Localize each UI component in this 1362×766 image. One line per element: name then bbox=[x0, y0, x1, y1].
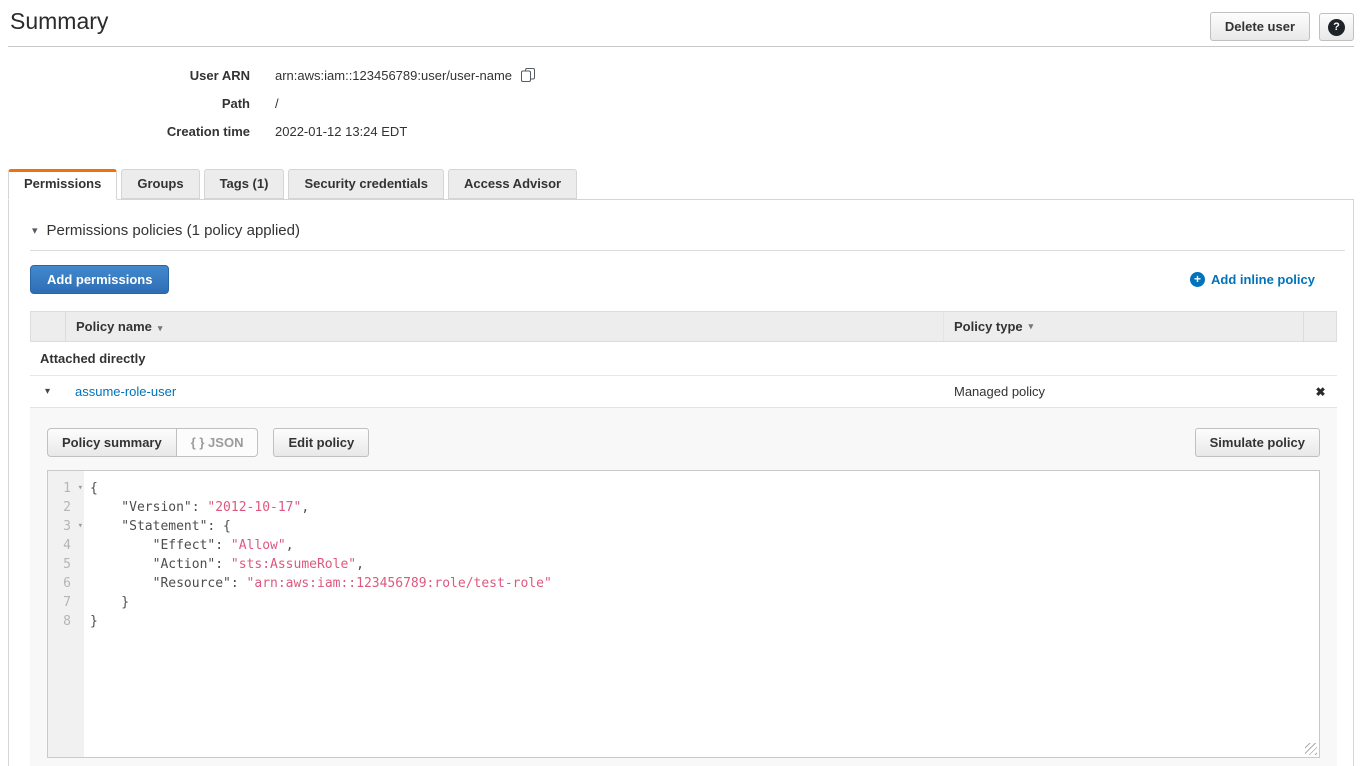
tab-tags[interactable]: Tags (1) bbox=[204, 169, 285, 199]
policy-type-column-header[interactable]: Policy type ▾ bbox=[943, 312, 1303, 341]
tab-access-advisor[interactable]: Access Advisor bbox=[448, 169, 577, 199]
policy-table-header: Policy name ▾ Policy type ▾ bbox=[30, 311, 1337, 342]
json-view-button[interactable]: { } JSON bbox=[177, 428, 259, 457]
add-permissions-button[interactable]: Add permissions bbox=[30, 265, 169, 294]
permissions-tab-panel: ▾ Permissions policies (1 policy applied… bbox=[8, 199, 1354, 766]
creation-time-row: Creation time 2022-01-12 13:24 EDT bbox=[0, 118, 1362, 146]
line-number: 3 bbox=[63, 517, 71, 536]
policy-summary-button[interactable]: Policy summary bbox=[47, 428, 177, 457]
detach-column-header bbox=[1303, 312, 1336, 341]
page-header: Summary Delete user ? bbox=[8, 0, 1354, 47]
collapse-caret-icon: ▾ bbox=[32, 224, 38, 237]
line-number: 1 bbox=[63, 479, 71, 498]
code-line: 7 } bbox=[48, 593, 1319, 612]
line-number: 5 bbox=[63, 555, 71, 574]
code-line: 2 "Version": "2012-10-17", bbox=[48, 498, 1319, 517]
add-inline-policy-label: Add inline policy bbox=[1211, 272, 1315, 287]
path-label: Path bbox=[0, 90, 250, 118]
page-title: Summary bbox=[10, 8, 108, 35]
code-line: 6 "Resource": "arn:aws:iam::123456789:ro… bbox=[48, 574, 1319, 593]
code-line: 8 } bbox=[48, 612, 1319, 631]
policy-type-header-label: Policy type bbox=[954, 319, 1023, 334]
sort-caret-icon: ▾ bbox=[158, 323, 163, 333]
sort-caret-icon: ▾ bbox=[1029, 321, 1034, 332]
line-number: 2 bbox=[63, 498, 71, 517]
line-number: 6 bbox=[63, 574, 71, 593]
user-arn-value: arn:aws:iam::123456789:user/user-name bbox=[275, 68, 512, 83]
path-row: Path / bbox=[0, 90, 1362, 118]
simulate-policy-button[interactable]: Simulate policy bbox=[1195, 428, 1320, 457]
row-expand-caret[interactable]: ▾ bbox=[30, 386, 65, 397]
plus-icon: + bbox=[1190, 272, 1205, 287]
policy-actions-row: Add permissions + Add inline policy bbox=[30, 265, 1345, 294]
tab-bar: Permissions Groups Tags (1) Security cre… bbox=[8, 169, 1354, 199]
expand-column-header bbox=[31, 312, 66, 341]
fold-caret-icon[interactable]: ▾ bbox=[78, 517, 83, 536]
line-number: 7 bbox=[63, 593, 71, 612]
permissions-policies-expander[interactable]: ▾ Permissions policies (1 policy applied… bbox=[30, 214, 1345, 251]
tab-security-credentials[interactable]: Security credentials bbox=[288, 169, 444, 199]
permissions-policies-title: Permissions policies (1 policy applied) bbox=[47, 222, 300, 239]
user-arn-row: User ARN arn:aws:iam::123456789:user/user… bbox=[0, 62, 1362, 90]
tab-permissions[interactable]: Permissions bbox=[8, 169, 117, 200]
edit-policy-button[interactable]: Edit policy bbox=[273, 428, 369, 457]
delete-user-button[interactable]: Delete user bbox=[1210, 12, 1310, 41]
detach-policy-icon[interactable]: ✖ bbox=[1304, 385, 1337, 399]
editor-code-lines: 1▾ { 2 "Version": "2012-10-17", 3▾ "Stat… bbox=[48, 471, 1319, 631]
policy-name-header-label: Policy name bbox=[76, 319, 152, 334]
policy-type-cell: Managed policy bbox=[944, 384, 1304, 399]
policy-row-assume-role-user: ▾ assume-role-user Managed policy ✖ bbox=[30, 376, 1337, 407]
help-icon: ? bbox=[1328, 19, 1345, 36]
tab-groups[interactable]: Groups bbox=[121, 169, 199, 199]
editor-resize-handle[interactable] bbox=[1305, 743, 1317, 755]
add-inline-policy-link[interactable]: + Add inline policy bbox=[1190, 272, 1315, 287]
line-number: 4 bbox=[63, 536, 71, 555]
user-info-section: User ARN arn:aws:iam::123456789:user/user… bbox=[0, 62, 1362, 146]
creation-time-value: 2022-01-12 13:24 EDT bbox=[275, 124, 407, 139]
policy-view-button-group: Policy summary { } JSON bbox=[47, 428, 258, 457]
policy-json-editor[interactable]: 1▾ { 2 "Version": "2012-10-17", 3▾ "Stat… bbox=[47, 470, 1320, 758]
user-arn-label: User ARN bbox=[0, 62, 250, 90]
policy-detail-toolbar: Policy summary { } JSON Edit policy Simu… bbox=[47, 428, 1320, 457]
code-line: 5 "Action": "sts:AssumeRole", bbox=[48, 555, 1319, 574]
fold-caret-icon[interactable]: ▾ bbox=[78, 479, 83, 498]
code-line: 3▾ "Statement": { bbox=[48, 517, 1319, 536]
attached-directly-group-row: Attached directly bbox=[30, 342, 1337, 376]
header-actions: Delete user ? bbox=[1210, 12, 1354, 41]
copy-icon[interactable] bbox=[520, 67, 536, 83]
policy-detail-panel: Policy summary { } JSON Edit policy Simu… bbox=[30, 407, 1337, 766]
help-button[interactable]: ? bbox=[1319, 13, 1354, 41]
line-number: 8 bbox=[63, 612, 71, 631]
policy-name-link[interactable]: assume-role-user bbox=[75, 384, 176, 399]
path-value: / bbox=[275, 96, 279, 111]
code-line: 4 "Effect": "Allow", bbox=[48, 536, 1319, 555]
policy-name-cell: assume-role-user bbox=[65, 384, 944, 399]
policy-table: Policy name ▾ Policy type ▾ Attached direc… bbox=[30, 311, 1337, 766]
code-line: 1▾ { bbox=[48, 479, 1319, 498]
creation-time-label: Creation time bbox=[0, 118, 250, 146]
policy-name-column-header[interactable]: Policy name ▾ bbox=[66, 319, 943, 334]
